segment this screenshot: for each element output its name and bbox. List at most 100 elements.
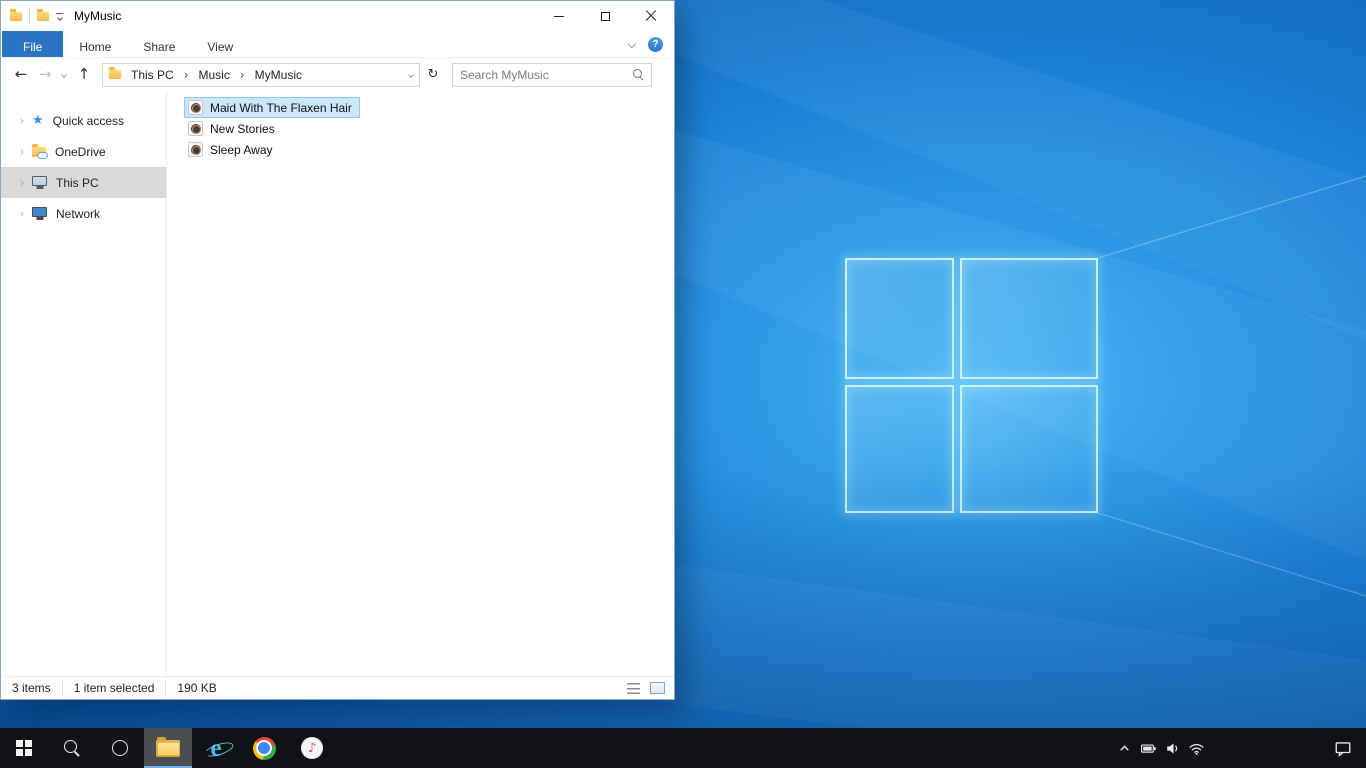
breadcrumb-separator-icon: › [183, 67, 189, 82]
sidebar-item-network[interactable]: Network [1, 198, 166, 229]
action-center-button[interactable] [1320, 728, 1366, 768]
sidebar-item-label: OneDrive [55, 144, 106, 159]
qat-separator [29, 9, 30, 23]
navigation-pane: ★ Quick access OneDrive This PC Network [1, 91, 167, 676]
file-item[interactable]: Maid With The Flaxen Hair [184, 97, 360, 118]
address-toolbar: ← → ↑ This PC › Music › MyMusic ↻ [1, 58, 674, 91]
file-item[interactable]: Sleep Away [184, 139, 281, 160]
file-item[interactable]: New Stories [184, 118, 283, 139]
chevron-right-icon [18, 117, 24, 124]
quick-access-star-icon: ★ [32, 113, 44, 128]
explorer-content: ★ Quick access OneDrive This PC Network [1, 91, 674, 676]
thumbnails-view-button[interactable] [647, 679, 667, 698]
address-dropdown-chevron-icon[interactable] [408, 71, 414, 78]
chrome-icon [252, 736, 276, 760]
network-tray-button[interactable] [1184, 728, 1208, 768]
sidebar-item-label: Quick access [52, 113, 125, 128]
ribbon-right-controls: ? [627, 31, 675, 57]
onedrive-icon [32, 143, 48, 159]
audio-file-icon [188, 142, 203, 157]
details-view-icon [626, 682, 640, 694]
caption-buttons [536, 1, 674, 31]
battery-icon [1140, 744, 1156, 753]
breadcrumb-music[interactable]: Music [194, 68, 235, 82]
system-tray [1112, 728, 1366, 768]
this-pc-icon [32, 176, 47, 186]
chevron-down-icon [61, 71, 67, 78]
recent-locations-button[interactable] [56, 62, 72, 88]
taskbar-chrome-button[interactable] [240, 728, 288, 768]
breadcrumb-mymusic[interactable]: MyMusic [250, 68, 307, 82]
music-note-icon: ♪ [307, 740, 317, 756]
address-folder-icon [109, 67, 121, 79]
sidebar-item-quick-access[interactable]: ★ Quick access [1, 105, 166, 136]
search-icon [63, 739, 81, 757]
start-button[interactable] [0, 728, 48, 768]
sidebar-item-label: This PC [56, 175, 99, 190]
status-selection-info: 1 item selected [73, 681, 155, 695]
file-list[interactable]: Maid With The Flaxen Hair New Stories Sl… [167, 91, 674, 676]
address-bar[interactable]: This PC › Music › MyMusic [102, 62, 420, 87]
taskbar-file-explorer-button[interactable] [144, 728, 192, 768]
action-center-icon [1335, 742, 1351, 757]
help-icon[interactable]: ? [648, 36, 663, 52]
search-icon[interactable] [633, 69, 644, 80]
maximize-button[interactable] [582, 1, 628, 31]
minimize-icon [554, 15, 564, 17]
close-button[interactable] [628, 1, 674, 31]
qat-customize-bar [56, 12, 63, 14]
search-box [452, 62, 652, 87]
cortana-button[interactable] [96, 728, 144, 768]
status-items-count: 3 items [12, 681, 51, 695]
tab-home[interactable]: Home [63, 31, 127, 57]
taskbar-search-button[interactable] [48, 728, 96, 768]
qat-customize-button[interactable] [56, 12, 63, 21]
search-input[interactable] [460, 67, 627, 82]
breadcrumb-separator-icon: › [239, 67, 245, 82]
itunes-icon: ♪ [301, 737, 323, 759]
file-name: New Stories [210, 121, 275, 136]
chevron-down-icon [56, 14, 63, 21]
taskbar-itunes-button[interactable]: ♪ [288, 728, 336, 768]
chevron-right-icon [18, 210, 24, 217]
taskbar-internet-explorer-button[interactable]: e [192, 728, 240, 768]
windows-logo-icon [15, 739, 33, 757]
chevron-right-icon [18, 179, 24, 186]
taskbar: e ♪ [0, 728, 1366, 768]
volume-tray-button[interactable] [1160, 728, 1184, 768]
status-selection-size: 190 KB [177, 681, 217, 695]
view-toggles [623, 679, 674, 698]
qat-properties-icon[interactable] [37, 8, 49, 21]
chevron-right-icon [18, 148, 24, 155]
forward-button[interactable]: → [34, 62, 56, 88]
breadcrumb-this-pc[interactable]: This PC [126, 68, 179, 82]
details-view-button[interactable] [623, 679, 643, 698]
title-bar[interactable]: MyMusic [1, 1, 674, 31]
window-system-folder-icon[interactable] [10, 8, 22, 21]
tab-view[interactable]: View [191, 31, 249, 57]
sidebar-item-onedrive[interactable]: OneDrive [1, 136, 166, 167]
refresh-button[interactable]: ↻ [420, 62, 446, 88]
internet-explorer-icon: e [210, 734, 222, 762]
sidebar-item-this-pc[interactable]: This PC [1, 167, 166, 198]
ribbon-tab-bar: File Home Share View ? [1, 31, 674, 58]
close-icon [645, 10, 657, 22]
minimize-button[interactable] [536, 1, 582, 31]
cortana-icon [112, 740, 128, 756]
up-button[interactable]: ↑ [72, 62, 96, 88]
show-hidden-icons-button[interactable] [1112, 728, 1136, 768]
tab-share[interactable]: Share [127, 31, 191, 57]
audio-file-icon [188, 100, 203, 115]
file-explorer-window: MyMusic File Home Share View ? ← → ↑ Thi… [0, 0, 675, 700]
expand-ribbon-chevron-icon[interactable] [627, 40, 636, 48]
window-title: MyMusic [74, 9, 122, 23]
chevron-up-icon [1119, 744, 1129, 751]
battery-tray-button[interactable] [1136, 728, 1160, 768]
audio-file-icon [188, 121, 203, 136]
thumbnails-view-icon [649, 682, 665, 694]
screen: MyMusic File Home Share View ? ← → ↑ Thi… [0, 0, 1366, 768]
file-explorer-icon [156, 736, 180, 757]
tab-file[interactable]: File [2, 31, 64, 57]
sidebar-item-label: Network [56, 206, 101, 221]
back-button[interactable]: ← [8, 62, 34, 88]
